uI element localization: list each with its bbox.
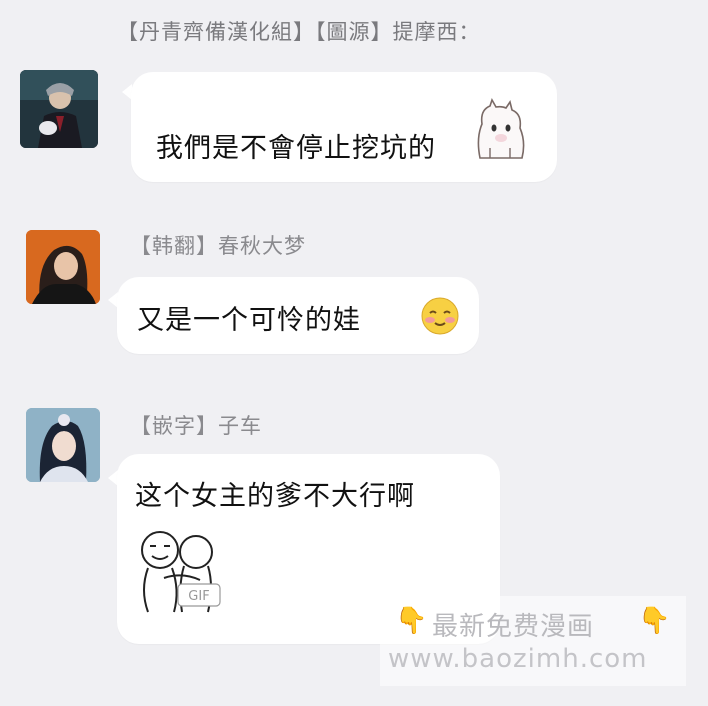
hugging-stick-figures-sticker[interactable]: GIF — [134, 520, 226, 620]
watermark-title: 最新免费漫画 — [432, 612, 595, 642]
avatar[interactable] — [26, 408, 100, 482]
header-sender-line: 【丹青齊備漢化組】【圖源】提摩西： — [117, 20, 481, 44]
sender-name: 【嵌字】子车 — [130, 414, 262, 438]
sender-name: 【韩翻】春秋大梦 — [130, 234, 306, 258]
avatar[interactable] — [20, 70, 98, 148]
message-text: 又是一个可怜的娃 — [137, 305, 361, 336]
avatar-dark-haired-girl-icon — [26, 230, 100, 304]
blushing-face-emoji — [421, 297, 459, 335]
gif-badge: GIF — [188, 589, 209, 604]
avatar-suited-man-icon — [20, 70, 98, 148]
message-text: 这个女主的爹不大行啊 — [135, 481, 415, 512]
alpaca-sticker — [477, 98, 525, 159]
message-text: 我們是不會停止挖坑的 — [156, 133, 436, 164]
avatar[interactable] — [26, 230, 100, 304]
watermark-url: www.baozimh.com — [388, 644, 648, 674]
avatar-ancient-style-girl-icon — [26, 408, 100, 482]
pointing-down-hand-icon: 👇 — [395, 606, 428, 636]
pointing-down-hand-icon: 👇 — [638, 606, 671, 636]
